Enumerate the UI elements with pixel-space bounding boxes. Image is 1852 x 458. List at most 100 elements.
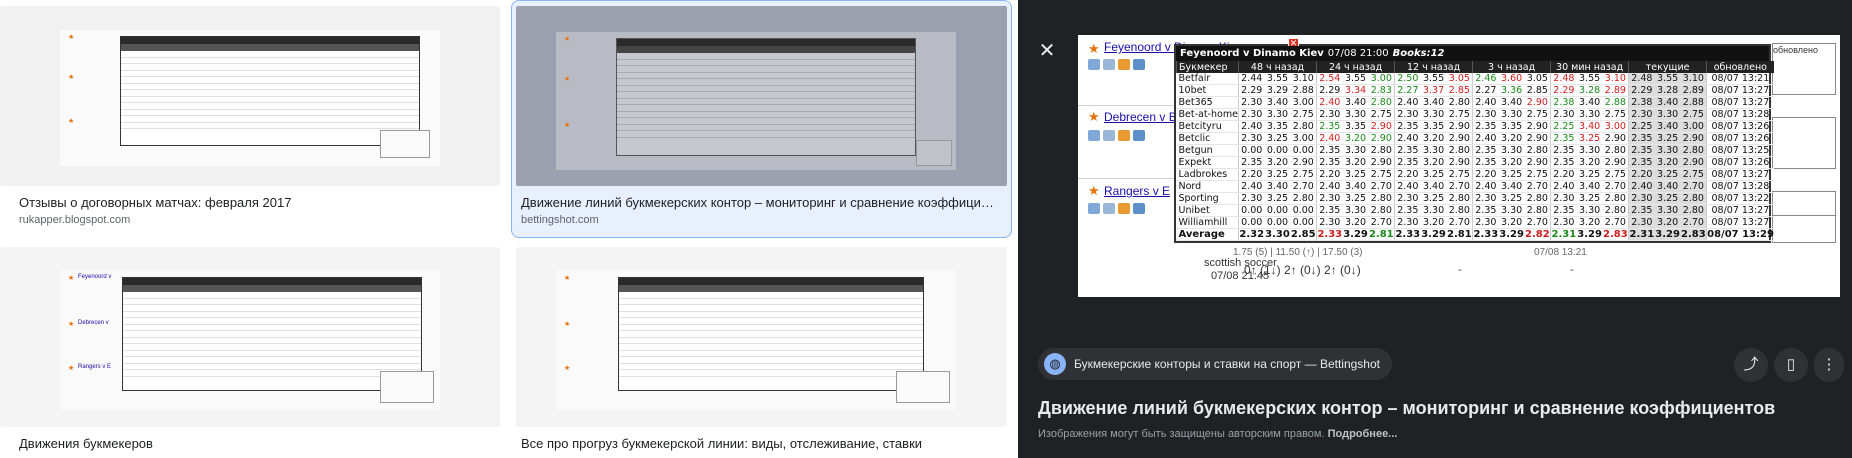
result-card-3[interactable]: ★ Feyenoord v ★ Debrecen v ★ Rangers v E… bbox=[0, 247, 500, 458]
odds-value: 2.88 bbox=[1602, 96, 1629, 110]
odds-value: 2.35 bbox=[1394, 156, 1421, 170]
odds-value: 2.54 bbox=[1316, 73, 1343, 86]
odds-value: 2.35 bbox=[1628, 204, 1655, 218]
odds-value: 2.30 bbox=[1550, 108, 1577, 122]
odds-value: 2.29 bbox=[1316, 84, 1343, 98]
share-icon[interactable]: ⤴ bbox=[1734, 348, 1768, 382]
odds-value: 3.25 bbox=[1498, 192, 1525, 206]
odds-value: 3.20 bbox=[1342, 216, 1369, 230]
odds-value: 2.30 bbox=[1238, 108, 1265, 122]
match-link-3[interactable]: Rangers v E bbox=[1104, 184, 1170, 198]
more-vert-icon[interactable]: ⋮ bbox=[1814, 348, 1844, 382]
odds-row: Betclic 2.30 3.25 3.00 2.40 3.20 2.90 2.40 3.20 2… bbox=[1176, 132, 1774, 146]
odds-value: 3.40 bbox=[1498, 96, 1525, 110]
odds-value: 2.35 bbox=[1472, 204, 1499, 218]
odds-value: 3.40 bbox=[1420, 96, 1447, 110]
odds-value: 2.35 bbox=[1316, 120, 1343, 134]
odds-value: 3.25 bbox=[1654, 192, 1681, 206]
odds-value: 2.40 bbox=[1550, 180, 1577, 194]
result-thumbnail-2[interactable]: ★ ★ ★ bbox=[516, 6, 1007, 186]
odds-value: 2.80 bbox=[1524, 204, 1551, 218]
result-source-1[interactable]: rukapper.blogspot.com bbox=[19, 214, 130, 226]
result-thumbnail-4[interactable]: ★ ★ ★ bbox=[516, 247, 1007, 427]
preview-title[interactable]: Движение линий букмекерских контор – мон… bbox=[1038, 398, 1775, 419]
odds-value: 2.81 bbox=[1446, 228, 1473, 242]
odds-value: 3.00 bbox=[1602, 120, 1629, 134]
odds-value: 3.60 bbox=[1498, 73, 1525, 86]
odds-value: 2.20 bbox=[1316, 168, 1343, 182]
odds-value: 2.35 bbox=[1394, 204, 1421, 218]
odds-value: 3.20 bbox=[1420, 216, 1447, 230]
odds-value: 2.30 bbox=[1550, 216, 1577, 230]
odds-value: 3.30 bbox=[1498, 108, 1525, 122]
col-30m: 30 мин назад bbox=[1550, 61, 1629, 73]
source-chip[interactable]: ◍ Букмекерские конторы и ставки на спорт… bbox=[1038, 348, 1392, 380]
odds-value: 2.75 bbox=[1290, 108, 1317, 122]
result-card-1[interactable]: ★ ★ ★ Отзывы о договорных матчах: феврал… bbox=[0, 0, 500, 235]
odds-value: 2.90 bbox=[1524, 132, 1551, 146]
odds-row: Betcityru 2.40 3.35 2.80 2.35 3.35 2.90 2.35 3.3… bbox=[1176, 120, 1774, 134]
odds-value: 3.40 bbox=[1576, 120, 1603, 134]
odds-value: 2.80 bbox=[1290, 192, 1317, 206]
result-title-3[interactable]: Движения букмекеров bbox=[19, 436, 489, 451]
result-thumbnail-3[interactable]: ★ Feyenoord v ★ Debrecen v ★ Rangers v E bbox=[0, 247, 500, 427]
result-card-4[interactable]: ★ ★ ★ Все про прогруз букмекерской линии… bbox=[511, 247, 1012, 458]
result-title-2[interactable]: Движение линий букмекерских контор – мон… bbox=[521, 195, 1001, 210]
updated-time: 08/07 13:21 bbox=[1706, 73, 1774, 86]
odds-value: 2.40 bbox=[1316, 132, 1343, 146]
odds-value: 2.40 bbox=[1238, 180, 1265, 194]
result-thumbnail-1[interactable]: ★ ★ ★ bbox=[0, 6, 500, 186]
odds-value: 2.35 bbox=[1628, 144, 1655, 158]
odds-value: 2.27 bbox=[1472, 84, 1499, 98]
odds-value: 3.37 bbox=[1420, 84, 1447, 98]
odds-value: 3.30 bbox=[1420, 144, 1447, 158]
odds-value: 2.90 bbox=[1368, 132, 1395, 146]
odds-value: 3.00 bbox=[1290, 132, 1317, 146]
odds-value: 3.20 bbox=[1342, 132, 1369, 146]
results-grid: ★ ★ ★ Отзывы о договорных матчах: феврал… bbox=[0, 0, 1018, 458]
behind-header-updated: обновлено bbox=[1773, 45, 1818, 55]
odds-value: 3.25 bbox=[1420, 192, 1447, 206]
learn-more-link[interactable]: Подробнее... bbox=[1328, 428, 1398, 440]
odds-value: 3.29 bbox=[1420, 228, 1447, 242]
odds-value: 2.20 bbox=[1628, 168, 1655, 182]
result-title-1[interactable]: Отзывы о договорных матчах: февраля 2017 bbox=[19, 195, 489, 210]
odds-value: 3.20 bbox=[1264, 156, 1291, 170]
close-icon[interactable]: ✕ bbox=[1036, 40, 1058, 62]
odds-value: 3.20 bbox=[1342, 156, 1369, 170]
odds-value: 3.05 bbox=[1524, 73, 1551, 86]
updated-time: 08/07 13:26 bbox=[1706, 132, 1774, 146]
odds-value: 2.25 bbox=[1550, 120, 1577, 134]
updated-time: 08/07 13:28 bbox=[1706, 108, 1774, 122]
odds-value: 2.38 bbox=[1550, 96, 1577, 110]
preview-image[interactable]: ★ Feyenoord v Dinamo Kiev ★ Debrecen v B… bbox=[1078, 35, 1840, 297]
result-title-4[interactable]: Все про прогруз букмекерской линии: виды… bbox=[521, 436, 1001, 451]
odds-value: 2.44 bbox=[1238, 73, 1265, 86]
updated-time: 08/07 13:28 bbox=[1706, 180, 1774, 194]
star-icon: ★ bbox=[1088, 41, 1100, 56]
result-card-2[interactable]: ★ ★ ★ Движение линий букмекерских контор… bbox=[511, 0, 1012, 238]
odds-row: Ladbrokes 2.20 3.25 2.75 2.20 3.25 2.75 2.20 3.2… bbox=[1176, 168, 1774, 182]
odds-value: 2.46 bbox=[1472, 73, 1499, 86]
match-link-2[interactable]: Debrecen v B bbox=[1104, 110, 1177, 124]
image-search-viewer: ★ ★ ★ Отзывы о договорных матчах: феврал… bbox=[0, 0, 1852, 458]
odds-value: 2.89 bbox=[1680, 84, 1707, 98]
col-48h: 48 ч назад bbox=[1237, 61, 1317, 73]
odds-value: 2.70 bbox=[1680, 180, 1707, 194]
updated-time: 08/07 13:27 bbox=[1706, 216, 1774, 230]
odds-value: 2.81 bbox=[1368, 228, 1395, 242]
odds-value: 3.10 bbox=[1602, 73, 1629, 86]
odds-value: 2.35 bbox=[1550, 156, 1577, 170]
odds-row: Bet-at-home 2.30 3.30 2.75 2.30 3.30 2.75 2.30 3… bbox=[1176, 108, 1774, 122]
odds-graph-2 bbox=[1772, 117, 1836, 169]
odds-value: 2.30 bbox=[1628, 108, 1655, 122]
odds-value: 2.75 bbox=[1446, 168, 1473, 182]
odds-value: 2.82 bbox=[1524, 228, 1551, 242]
odds-value: 2.38 bbox=[1628, 96, 1655, 110]
odds-value: 2.90 bbox=[1524, 96, 1551, 110]
result-source-2[interactable]: bettingshot.com bbox=[521, 214, 599, 226]
odds-value: 2.80 bbox=[1290, 120, 1317, 134]
odds-value: 3.40 bbox=[1420, 180, 1447, 194]
odds-value: 2.27 bbox=[1394, 84, 1421, 98]
bookmark-icon[interactable]: ▯ bbox=[1774, 348, 1808, 382]
